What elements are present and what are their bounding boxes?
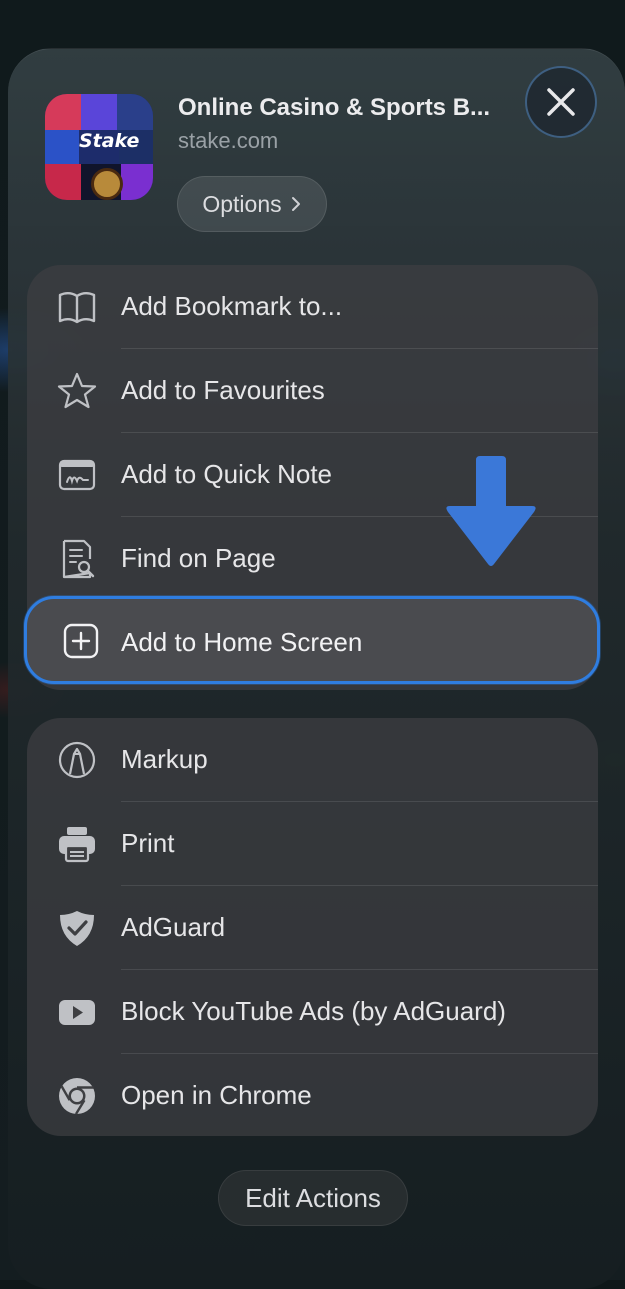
site-domain: stake.com bbox=[178, 128, 279, 153]
print-row[interactable]: Print bbox=[27, 802, 598, 886]
open-in-chrome-label: Open in Chrome bbox=[121, 1080, 312, 1110]
chrome-icon bbox=[59, 1078, 95, 1115]
markup-row[interactable]: Markup bbox=[27, 718, 598, 802]
actions-group-extensions: Markup Print AdGuard Block YouTube Ads (… bbox=[27, 718, 598, 1136]
add-to-home-screen-row[interactable]: Add to Home Screen bbox=[24, 596, 600, 684]
add-to-favourites-label: Add to Favourites bbox=[121, 375, 325, 405]
edit-actions-button[interactable]: Edit Actions bbox=[218, 1170, 408, 1226]
printer-icon bbox=[59, 827, 95, 863]
book-icon bbox=[58, 292, 96, 324]
markup-label: Markup bbox=[121, 744, 208, 774]
adguard-label: AdGuard bbox=[121, 912, 226, 942]
options-label: Options bbox=[202, 190, 282, 217]
block-youtube-ads-label: Block YouTube Ads (by AdGuard) bbox=[121, 996, 506, 1026]
star-icon bbox=[57, 372, 97, 409]
site-title: Online Casino & Sports B... bbox=[178, 94, 491, 121]
print-label: Print bbox=[121, 828, 175, 858]
markup-pen-icon bbox=[58, 741, 96, 779]
youtube-play-icon bbox=[59, 1000, 95, 1025]
find-on-page-label: Find on Page bbox=[121, 543, 276, 573]
shield-check-icon bbox=[60, 911, 94, 946]
app-icon-text: Stake bbox=[79, 130, 140, 152]
arrow-down-icon bbox=[446, 456, 536, 566]
chevron-right-icon bbox=[291, 197, 300, 211]
find-on-page-icon bbox=[62, 539, 95, 579]
options-button[interactable]: Options bbox=[177, 176, 327, 232]
adguard-row[interactable]: AdGuard bbox=[27, 886, 598, 970]
add-bookmark-row[interactable]: Add Bookmark to... bbox=[27, 265, 598, 349]
open-in-chrome-row[interactable]: Open in Chrome bbox=[27, 1054, 598, 1138]
close-icon bbox=[547, 88, 575, 116]
block-youtube-ads-row[interactable]: Block YouTube Ads (by AdGuard) bbox=[27, 970, 598, 1054]
add-to-favourites-row[interactable]: Add to Favourites bbox=[27, 349, 598, 433]
plus-square-icon bbox=[63, 623, 99, 659]
add-to-quick-note-label: Add to Quick Note bbox=[121, 459, 332, 489]
add-to-home-screen-label: Add to Home Screen bbox=[121, 627, 363, 657]
quick-note-icon bbox=[58, 459, 96, 491]
close-button[interactable] bbox=[525, 66, 597, 138]
site-app-icon: Stake bbox=[45, 94, 153, 200]
add-bookmark-label: Add Bookmark to... bbox=[121, 291, 343, 321]
